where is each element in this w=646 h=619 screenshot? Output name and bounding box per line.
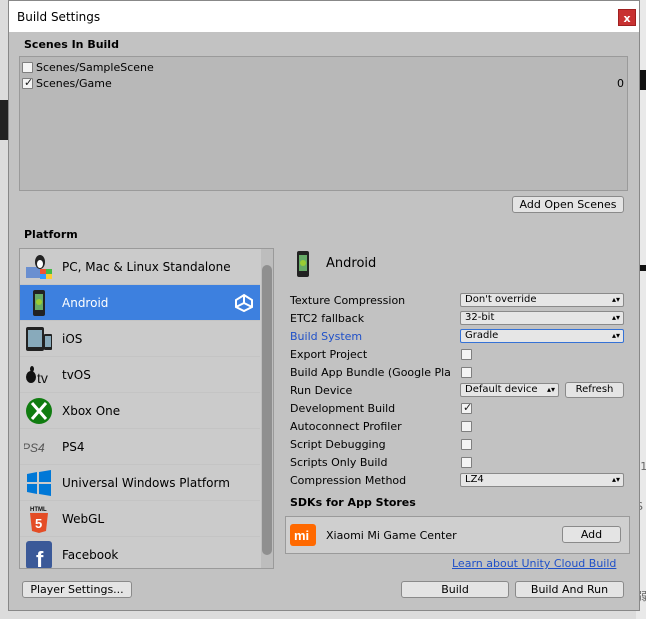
dropdown-arrow-icon: ▴▾ [611, 331, 620, 340]
platform-list[interactable]: PC, Mac & Linux Standalone Android iOS t… [19, 248, 274, 569]
platform-heading: Platform [24, 228, 78, 241]
dropdown-arrow-icon: ▴▾ [546, 385, 555, 394]
platform-scrollbar[interactable] [261, 249, 273, 568]
platform-label: tvOS [62, 368, 91, 382]
platform-item-xbox[interactable]: Xbox One [20, 393, 260, 429]
scenes-heading: Scenes In Build [24, 38, 119, 51]
xbox-icon [26, 398, 52, 424]
tv-icon-text: tv [37, 370, 48, 386]
facebook-icon-text: f [36, 547, 44, 569]
platform-item-ios[interactable]: iOS [20, 321, 260, 357]
dropdown-value: LZ4 [465, 474, 484, 485]
ios-device-icon [26, 327, 52, 351]
title-bar[interactable]: Build Settings x [9, 1, 639, 32]
texture-compression-dropdown[interactable]: Don't override ▴▾ [460, 293, 624, 307]
autoconnect-profiler-label: Autoconnect Profiler [290, 420, 402, 433]
android-icon [33, 290, 45, 316]
dropdown-value: 32-bit [465, 312, 495, 323]
script-debugging-label: Script Debugging [290, 438, 386, 451]
build-system-dropdown[interactable]: Gradle ▴▾ [460, 329, 624, 343]
player-settings-button[interactable]: Player Settings... [22, 581, 132, 598]
background-app-fragment [0, 100, 8, 140]
html5-icon: HTML 5 [30, 507, 48, 533]
pc-mac-linux-icon [26, 255, 52, 279]
platform-item-facebook[interactable]: f Facebook [20, 537, 260, 569]
run-device-label: Run Device [290, 384, 353, 397]
platform-label: Facebook [62, 548, 119, 562]
build-settings-window: Build Settings x Scenes In Build Scenes/… [8, 0, 640, 611]
platform-label: PS4 [62, 440, 85, 454]
compression-method-dropdown[interactable]: LZ4 ▴▾ [460, 473, 624, 487]
platform-label: iOS [62, 332, 83, 346]
xiaomi-logo-text: mi [294, 528, 309, 543]
build-app-bundle-checkbox[interactable] [461, 367, 472, 378]
unity-active-platform-icon [235, 293, 253, 313]
scripts-only-build-checkbox[interactable] [461, 457, 472, 468]
script-debugging-checkbox[interactable] [461, 439, 472, 450]
export-project-checkbox[interactable] [461, 349, 472, 360]
scripts-only-build-label: Scripts Only Build [290, 456, 388, 469]
add-open-scenes-button[interactable]: Add Open Scenes [512, 196, 624, 213]
dropdown-value: Default device [465, 384, 538, 395]
sdk-list: mi Xiaomi Mi Game Center Add [285, 516, 630, 554]
autoconnect-profiler-checkbox[interactable] [461, 421, 472, 432]
platform-item-tvos[interactable]: tv tvOS [20, 357, 260, 393]
texture-compression-label: Texture Compression [290, 294, 406, 307]
scenes-list[interactable]: Scenes/SampleScene ✓ Scenes/Game 0 [19, 56, 628, 191]
check-icon: ✓ [24, 76, 34, 89]
platform-item-ps4[interactable]: PS4 PS4 [20, 429, 260, 465]
etc2-fallback-dropdown[interactable]: 32-bit ▴▾ [460, 311, 624, 325]
sdk-item-label: Xiaomi Mi Game Center [326, 529, 457, 542]
platform-label: WebGL [62, 512, 105, 526]
dropdown-arrow-icon: ▴▾ [611, 295, 620, 304]
dropdown-value: Don't override [465, 294, 537, 305]
html-icon-text: HTML [30, 507, 47, 513]
html5-icon-text: 5 [35, 516, 42, 531]
compression-method-label: Compression Method [290, 474, 407, 487]
window-title: Build Settings [17, 10, 101, 24]
facebook-icon: f [26, 541, 52, 569]
build-button[interactable]: Build [401, 581, 509, 598]
scene-label: Scenes/Game [36, 77, 112, 90]
scene-checkbox[interactable]: ✓ [22, 76, 34, 89]
android-icon [297, 251, 309, 277]
selected-platform-title: Android [326, 256, 377, 271]
sdk-add-button[interactable]: Add [562, 526, 621, 543]
xiaomi-logo-icon: mi [290, 524, 316, 546]
platform-item-webgl[interactable]: HTML 5 WebGL [20, 501, 260, 537]
appletv-icon: tv [26, 366, 48, 386]
development-build-label: Development Build [290, 402, 396, 415]
build-system-label: Build System [290, 330, 363, 343]
build-app-bundle-label: Build App Bundle (Google Pla [290, 366, 451, 379]
platform-label: Xbox One [62, 404, 121, 418]
ps4-icon: PS4 [24, 441, 45, 455]
scene-index: 0 [617, 77, 624, 90]
scrollbar-thumb[interactable] [262, 265, 272, 555]
scene-label: Scenes/SampleScene [36, 61, 154, 74]
scene-row[interactable]: ✓ Scenes/Game 0 [22, 76, 626, 91]
check-icon: ✓ [463, 401, 473, 414]
platform-label: Universal Windows Platform [62, 476, 230, 490]
export-project-label: Export Project [290, 348, 368, 361]
development-build-checkbox[interactable]: ✓ [461, 401, 473, 414]
run-device-dropdown[interactable]: Default device ▴▾ [460, 383, 559, 397]
ps4-icon-text: PS4 [24, 441, 45, 455]
scene-row[interactable]: Scenes/SampleScene [22, 61, 626, 75]
scene-checkbox[interactable] [22, 62, 33, 73]
dropdown-arrow-icon: ▴▾ [611, 313, 620, 322]
windows-icon [27, 470, 51, 496]
platform-label: PC, Mac & Linux Standalone [62, 260, 231, 274]
close-button[interactable]: x [618, 9, 636, 26]
unity-cloud-build-link[interactable]: Learn about Unity Cloud Build [452, 557, 616, 570]
dropdown-arrow-icon: ▴▾ [611, 475, 620, 484]
dropdown-value: Gradle [465, 330, 499, 341]
platform-item-uwp[interactable]: Universal Windows Platform [20, 465, 260, 501]
platform-label: Android [62, 296, 109, 310]
refresh-button[interactable]: Refresh [565, 382, 624, 398]
etc2-fallback-label: ETC2 fallback [290, 312, 365, 325]
build-and-run-button[interactable]: Build And Run [515, 581, 624, 598]
sdks-heading: SDKs for App Stores [290, 496, 416, 509]
platform-item-android[interactable]: Android [20, 285, 260, 321]
platform-item-standalone[interactable]: PC, Mac & Linux Standalone [20, 249, 260, 285]
